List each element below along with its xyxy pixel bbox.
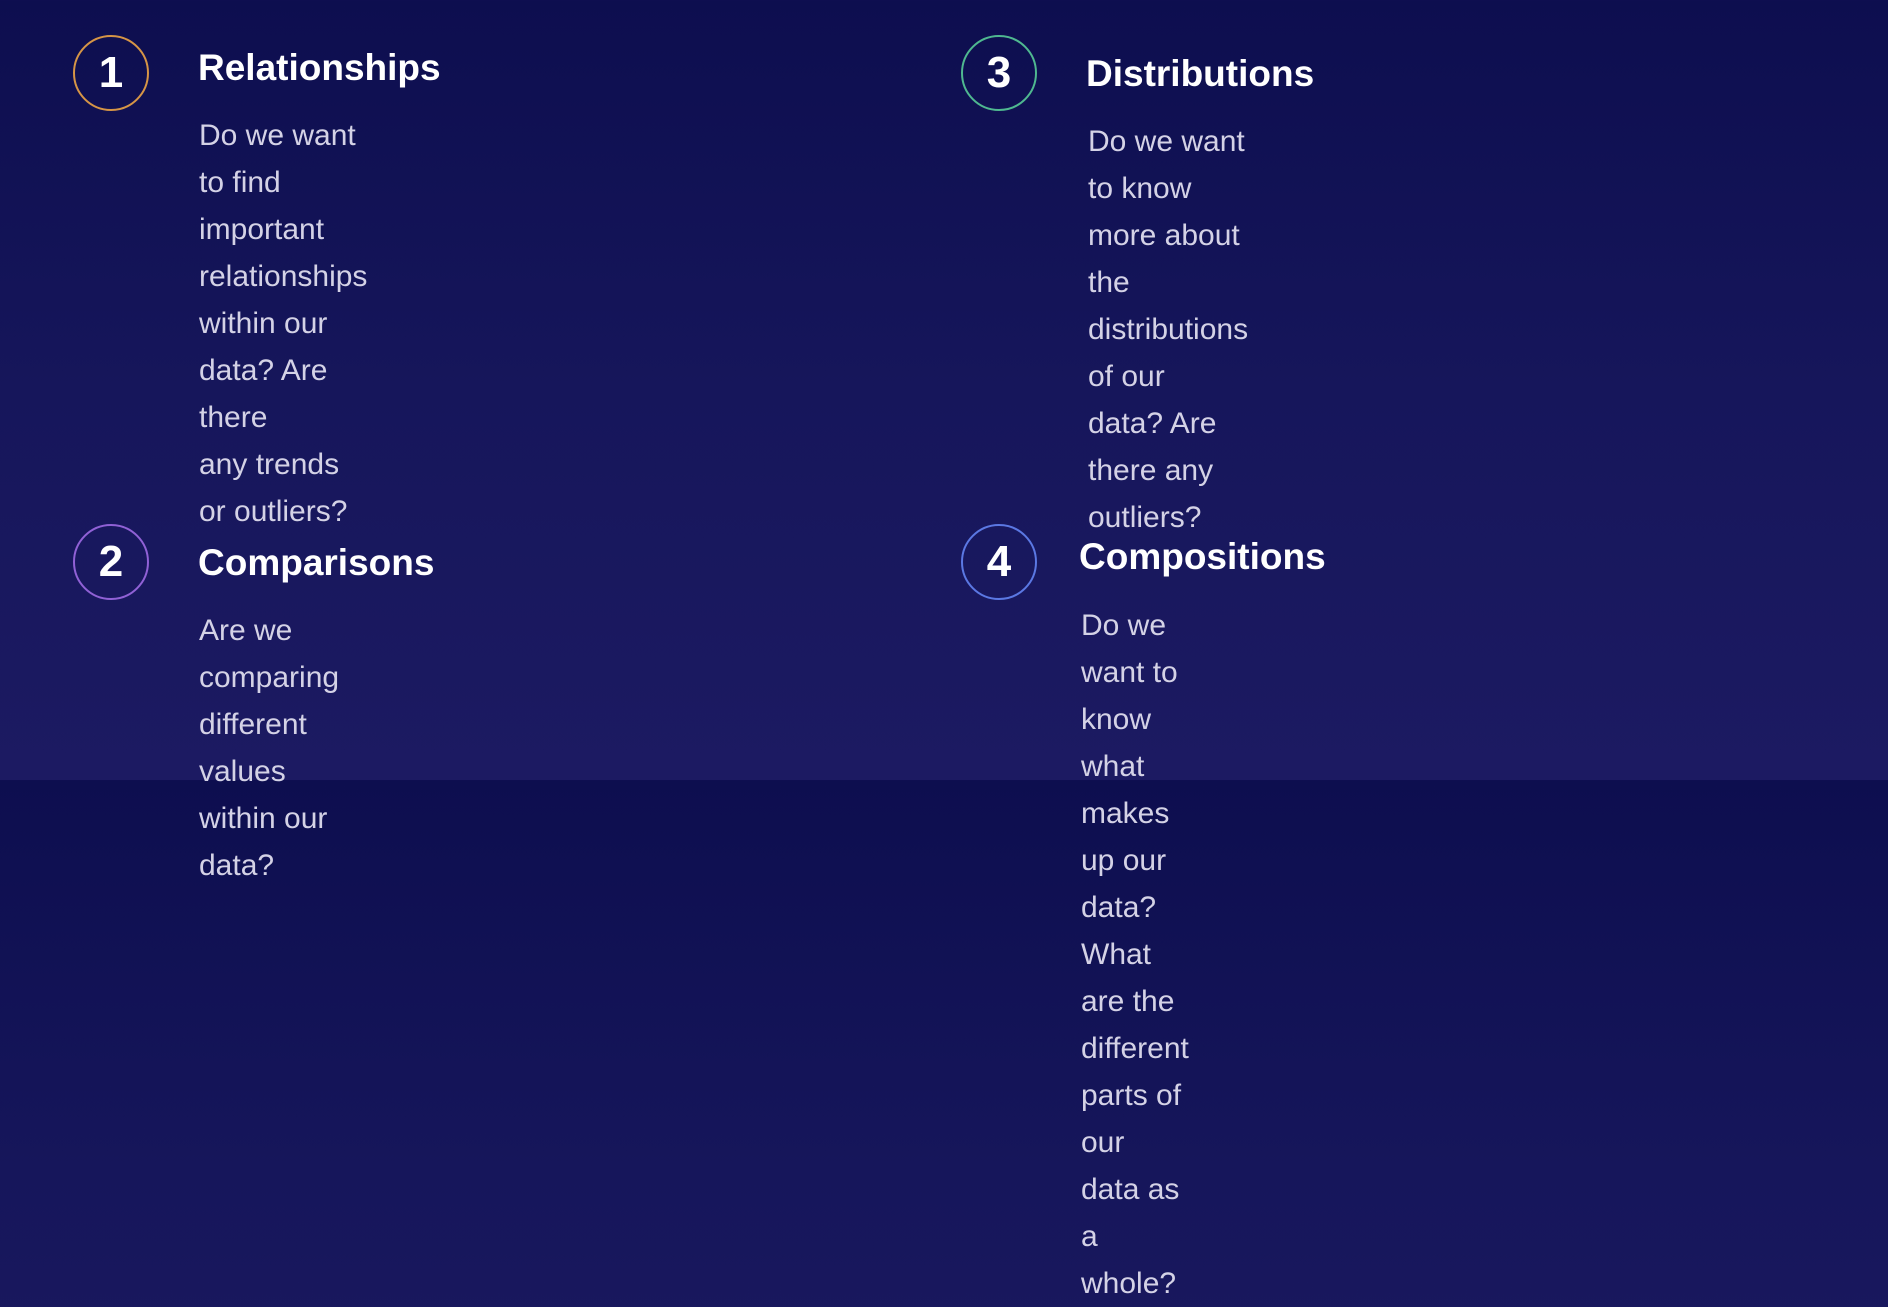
desc-line: Do we want to know what makes up our: [1081, 609, 1178, 877]
number-badge-4: 4: [961, 524, 1037, 600]
desc-line: within our data?: [199, 802, 328, 882]
desc-line: Do we want to find important: [199, 119, 356, 246]
number-badge-1: 1: [73, 35, 149, 111]
desc-line: data as a whole?: [1081, 1173, 1180, 1300]
title-compositions: Compositions: [1079, 536, 1326, 577]
number-badge-2: 2: [73, 524, 149, 600]
title-distributions: Distributions: [1086, 53, 1315, 94]
desc-line: distributions of our data? Are there any: [1088, 313, 1249, 487]
desc-compositions: Do we want to know what makes up our dat…: [1081, 602, 1189, 1307]
desc-relationships: Do we want to find important relationshi…: [199, 112, 367, 535]
number-2: 2: [98, 537, 124, 586]
desc-line: outliers?: [1088, 501, 1202, 534]
desc-line: data? What are the different parts of ou…: [1081, 891, 1189, 1159]
number-badge-3: 3: [961, 35, 1037, 111]
desc-line: any trends or outliers?: [199, 448, 348, 528]
desc-distributions: Do we want to know more about the distri…: [1088, 118, 1248, 541]
number-1: 1: [98, 48, 124, 97]
desc-line: Are we comparing different values: [199, 614, 340, 788]
number-4: 4: [986, 537, 1012, 586]
desc-line: relationships within our data? Are there: [199, 260, 368, 434]
title-relationships: Relationships: [198, 47, 441, 88]
desc-line: Do we want to know more about the: [1088, 125, 1245, 299]
desc-comparisons: Are we comparing different values within…: [199, 607, 339, 889]
title-comparisons: Comparisons: [198, 542, 435, 583]
slide: { "items": [ { "number": "1", "title": "…: [0, 0, 1888, 1300]
number-3: 3: [986, 48, 1012, 97]
